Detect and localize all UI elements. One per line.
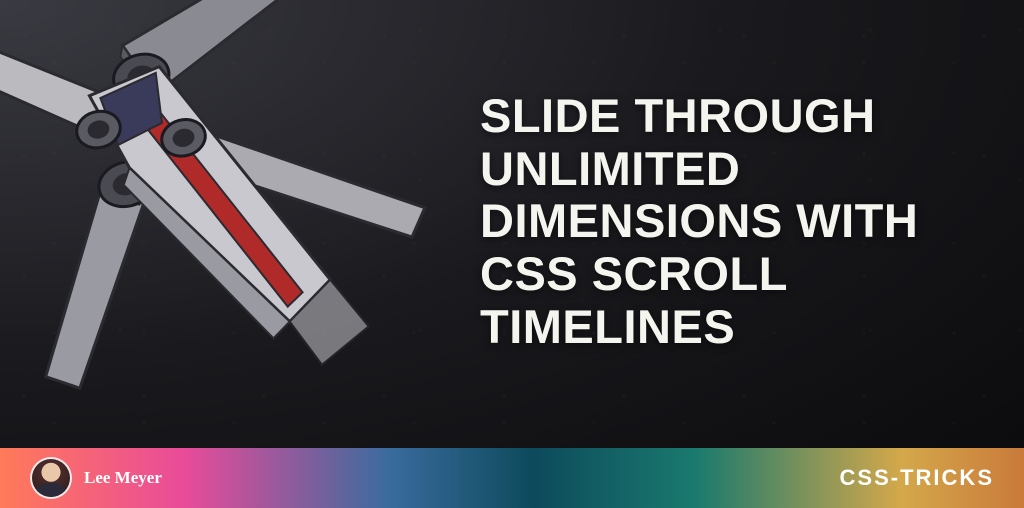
article-title: SLIDE THROUGH UNLIMITED DIMENSIONS WITH … [480, 90, 984, 353]
author-brand-bar: Lee Meyer CSS-TRICKS [0, 448, 1024, 508]
site-brand[interactable]: CSS-TRICKS [840, 465, 994, 491]
author-name: Lee Meyer [84, 468, 162, 488]
author-block[interactable]: Lee Meyer [30, 457, 162, 499]
article-hero: SLIDE THROUGH UNLIMITED DIMENSIONS WITH … [0, 0, 1024, 508]
xwing-illustration [0, 0, 440, 390]
author-avatar [30, 457, 72, 499]
